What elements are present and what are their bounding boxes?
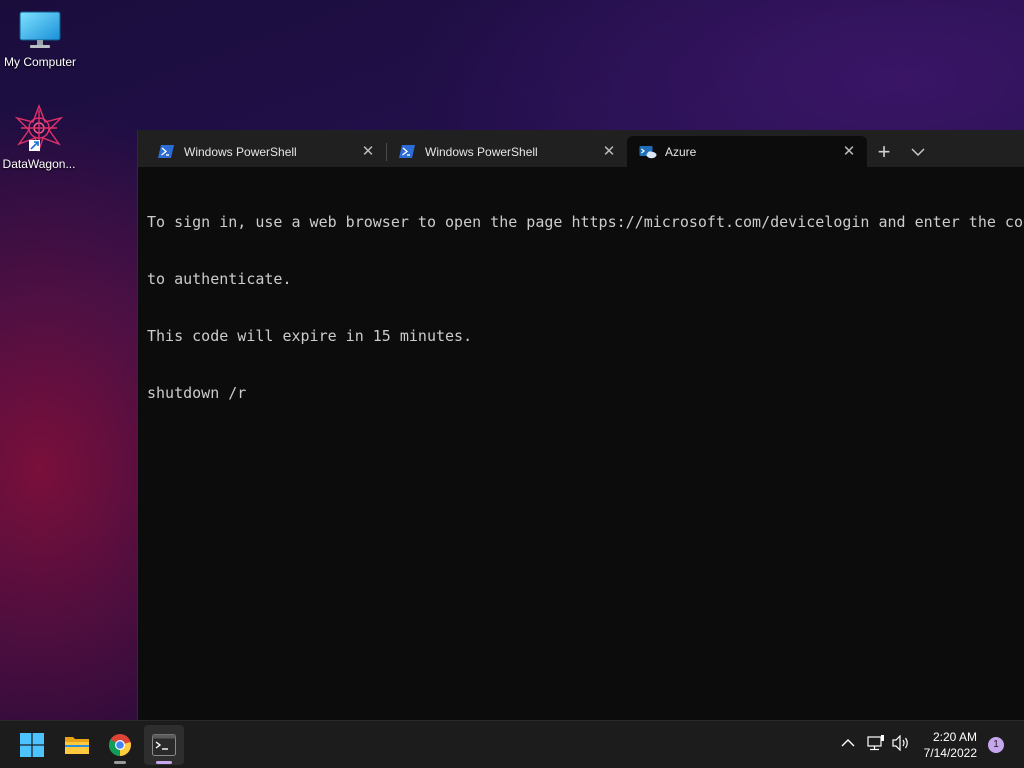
network-button[interactable]	[866, 735, 886, 755]
network-icon	[867, 735, 884, 751]
terminal-window: Windows PowerShell ✕ Windows PowerShell …	[137, 130, 1024, 720]
desktop-icon-my-computer[interactable]: My Computer	[0, 10, 80, 69]
console-line: This code will expire in 15 minutes.	[147, 327, 473, 345]
desktop-icon-label: My Computer	[3, 55, 77, 69]
tab-title: Windows PowerShell	[425, 144, 538, 159]
console-line: shutdown /r	[147, 384, 247, 402]
console-output[interactable]: To sign in, use a web browser to open th…	[138, 167, 1024, 449]
monitor-icon	[19, 11, 61, 48]
close-icon[interactable]: ✕	[601, 143, 617, 160]
powershell-icon	[399, 145, 417, 159]
start-button[interactable]	[12, 725, 52, 765]
tab-title: Windows PowerShell	[184, 144, 297, 159]
tab-dropdown-button[interactable]	[901, 136, 935, 167]
powershell-icon	[158, 145, 176, 159]
chevron-down-icon	[911, 148, 925, 156]
tab-powershell-2[interactable]: Windows PowerShell ✕	[387, 136, 627, 167]
azure-cloud-shell-icon	[639, 145, 657, 159]
tab-azure[interactable]: Azure ✕	[627, 136, 867, 167]
terminal-icon	[152, 734, 176, 756]
chrome-button[interactable]	[100, 725, 140, 765]
clock-time: 2:20 AM	[932, 730, 977, 744]
tray-overflow-button[interactable]	[838, 735, 858, 755]
datawagon-logo-icon	[14, 104, 64, 153]
tab-bar: Windows PowerShell ✕ Windows PowerShell …	[138, 130, 1024, 167]
new-tab-button[interactable]: +	[867, 136, 901, 167]
clock[interactable]: 2:20 AM 7/14/2022	[924, 729, 977, 761]
plus-icon: +	[877, 138, 891, 164]
chevron-up-icon	[841, 739, 855, 747]
terminal-taskbar-button[interactable]	[144, 725, 184, 765]
tab-powershell-1[interactable]: Windows PowerShell ✕	[146, 136, 386, 167]
close-icon[interactable]: ✕	[360, 143, 376, 160]
desktop-icon-label: DataWagon...	[2, 157, 76, 171]
running-indicator	[114, 761, 126, 764]
file-explorer-button[interactable]	[57, 725, 97, 765]
console-line: to authenticate.	[147, 270, 292, 288]
console-line: To sign in, use a web browser to open th…	[147, 213, 1024, 231]
desktop-icon-datawagon[interactable]: DataWagon...	[0, 104, 79, 171]
start-icon	[20, 733, 44, 757]
notification-badge[interactable]: 1	[988, 737, 1004, 753]
volume-icon	[892, 734, 908, 752]
clock-date: 7/14/2022	[923, 746, 977, 760]
tab-title: Azure	[665, 144, 697, 159]
file-explorer-icon	[65, 737, 89, 754]
active-indicator	[156, 761, 172, 764]
chrome-icon	[109, 734, 131, 756]
close-icon[interactable]: ✕	[841, 143, 857, 160]
taskbar: 2:20 AM 7/14/2022 1	[0, 720, 1024, 768]
volume-button[interactable]	[891, 734, 911, 755]
